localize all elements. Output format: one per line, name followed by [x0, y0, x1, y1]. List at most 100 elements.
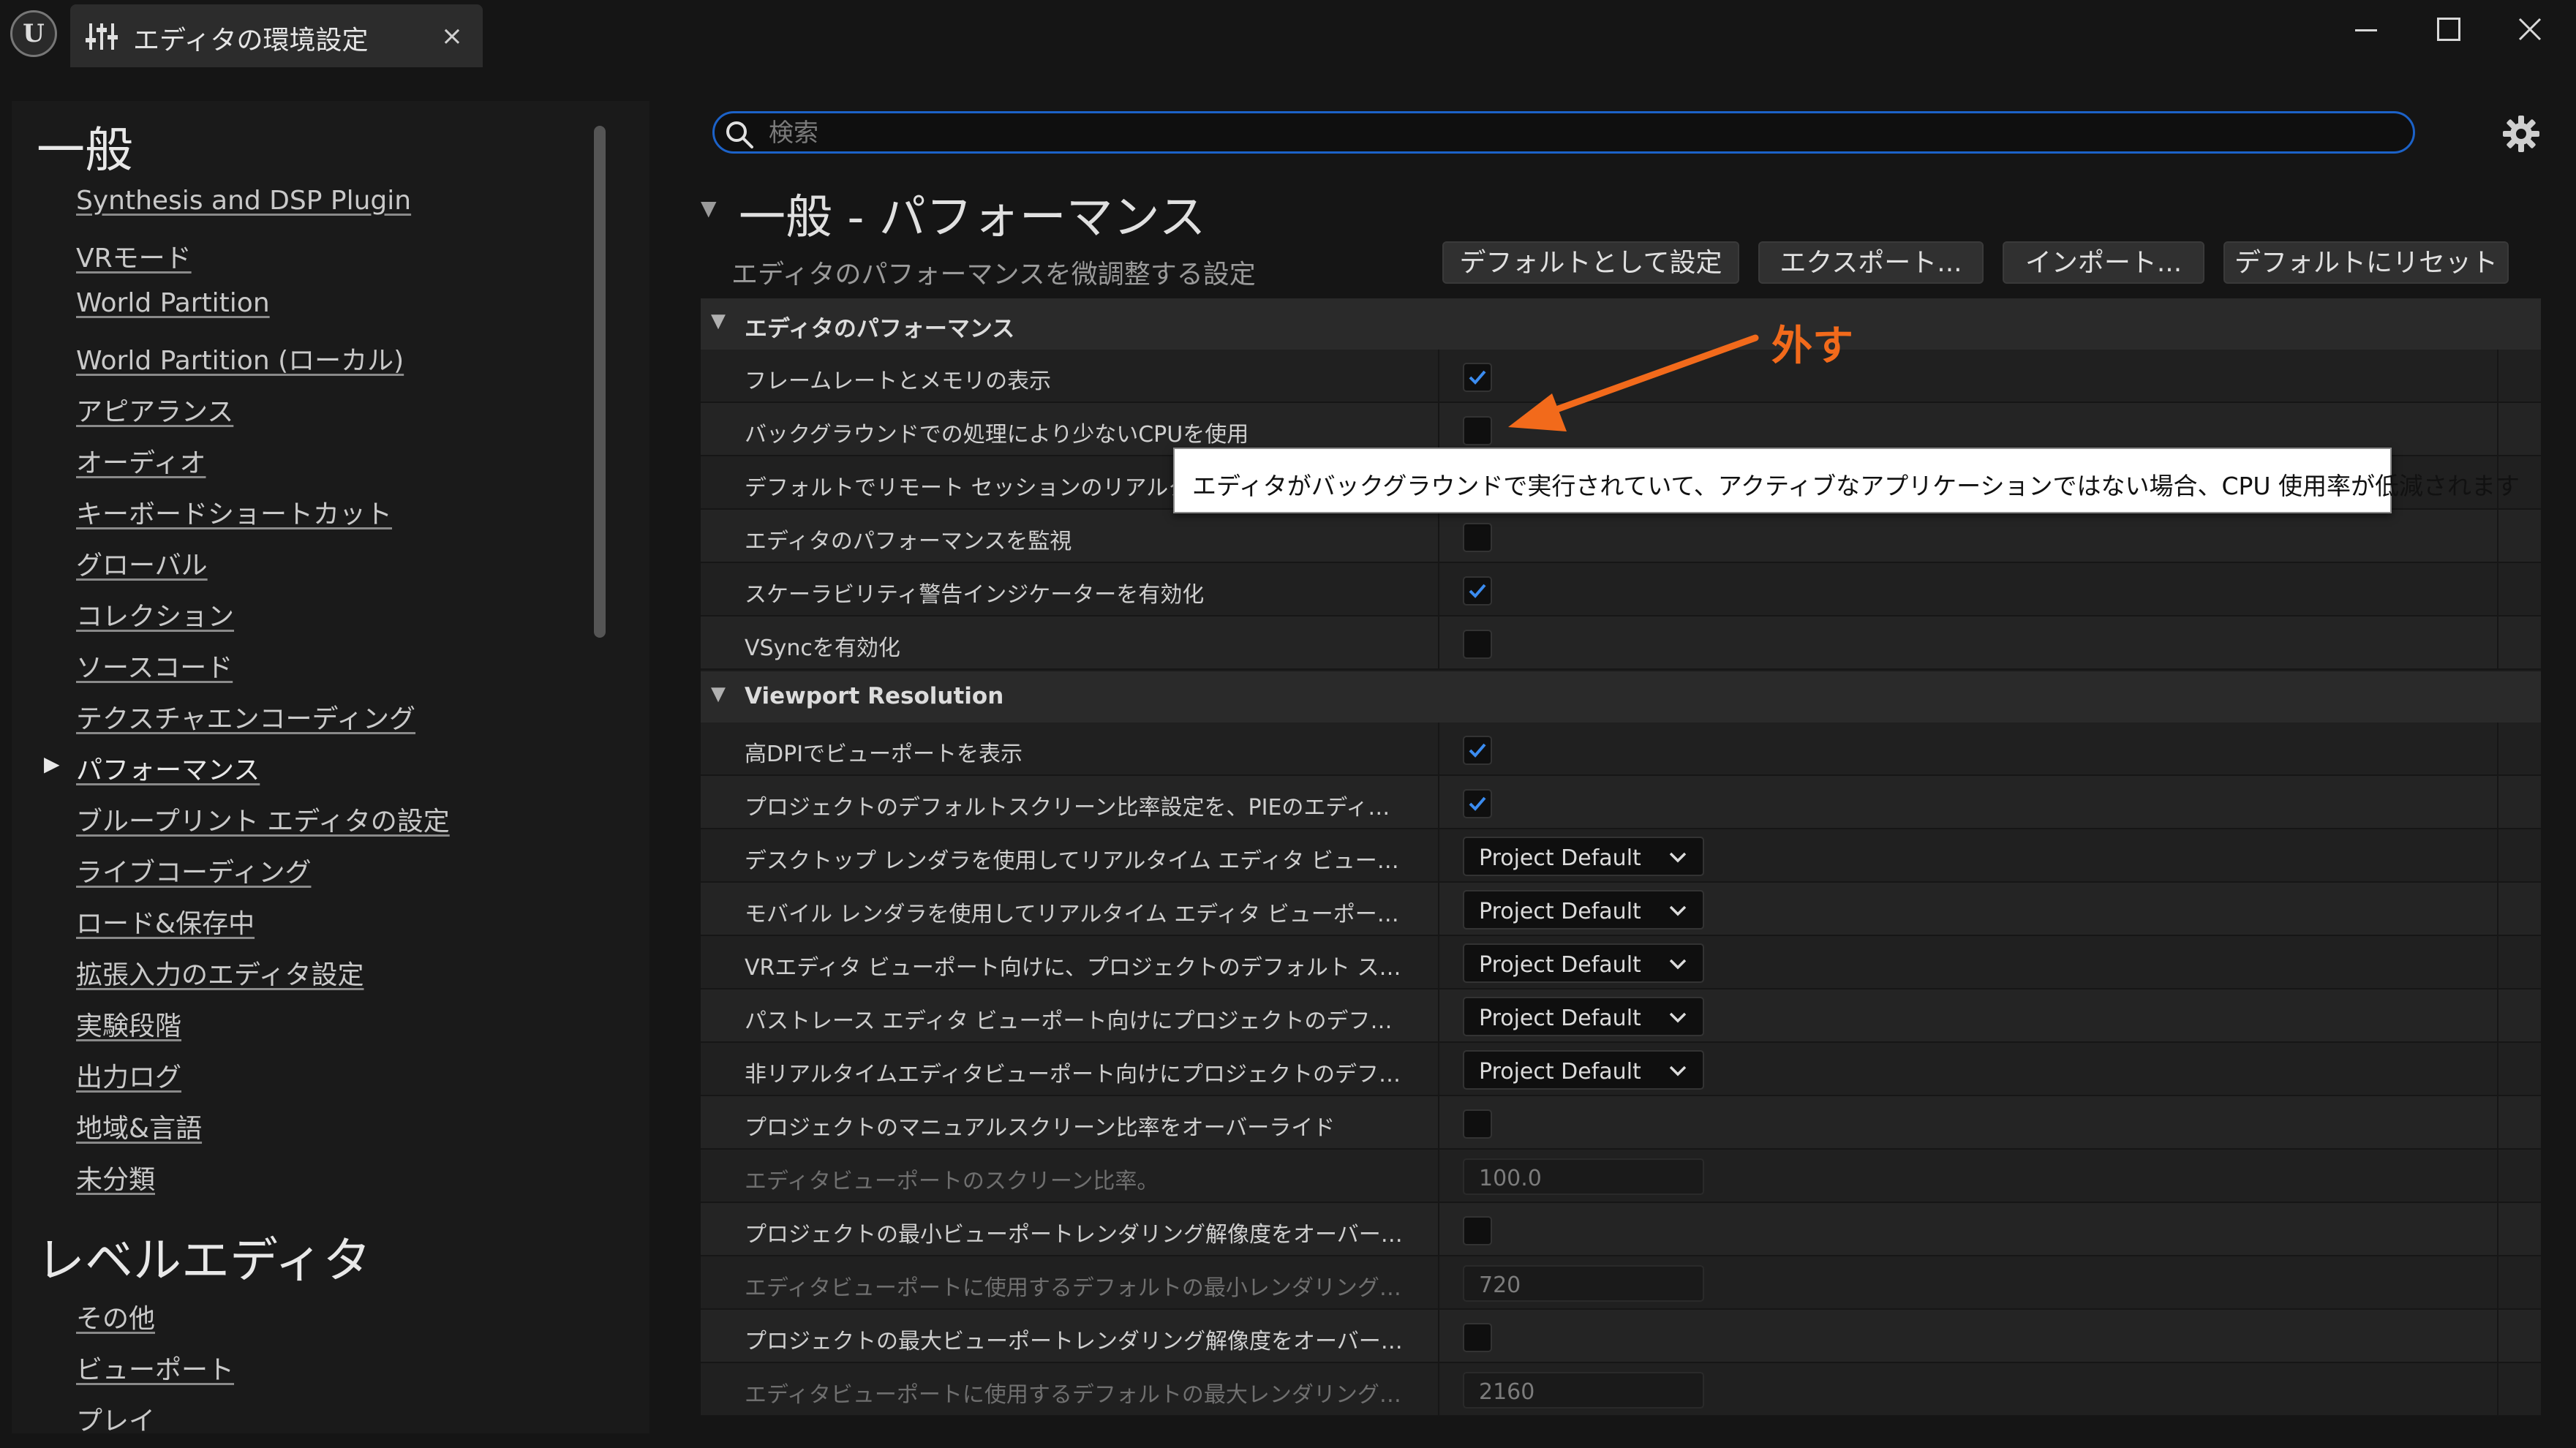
unreal-logo-icon[interactable]: U: [10, 10, 57, 57]
sidebar-item-texture-encoding[interactable]: テクスチャエンコーディング: [76, 698, 415, 736]
sidebar-item-output-log[interactable]: 出力ログ: [76, 1056, 181, 1094]
sidebar-item-world-partition-local[interactable]: World Partition (ローカル): [76, 339, 404, 377]
column-divider: [1438, 510, 1439, 562]
column-divider: [1438, 1043, 1439, 1095]
search-input[interactable]: [767, 116, 2379, 150]
sidebar-item-viewport[interactable]: ビューポート: [76, 1349, 234, 1387]
category-heading-general: 一般: [37, 122, 133, 178]
less-cpu-background-checkbox[interactable]: [1463, 416, 1492, 445]
column-divider: [1438, 1310, 1439, 1362]
tab-title: エディタの環境設定: [133, 26, 369, 56]
reset-to-defaults-button[interactable]: デフォルトにリセット: [2223, 241, 2509, 284]
group-label: エディタのパフォーマンス: [745, 316, 1015, 342]
maximize-button[interactable]: [2415, 7, 2481, 51]
sidebar-item-misc[interactable]: その他: [76, 1297, 155, 1335]
sidebar-item-synthesis-dsp[interactable]: Synthesis and DSP Plugin: [76, 186, 411, 216]
search-icon: [726, 121, 753, 148]
sidebar-item-vr-mode[interactable]: VRモード: [76, 237, 192, 275]
setting-row-scalability-warning: スケーラビリティ警告インジケーターを有効化: [701, 563, 2541, 616]
tab-editor-preferences[interactable]: エディタの環境設定 ×: [70, 4, 483, 67]
sidebar-item-audio[interactable]: オーディオ: [76, 442, 206, 480]
setting-label: 高DPIでビューポートを表示: [745, 742, 1023, 767]
column-divider: [1438, 616, 1439, 668]
gear-icon[interactable]: [2501, 114, 2541, 154]
non-realtime-dropdown[interactable]: Project Default: [1463, 1050, 1704, 1090]
dropdown-value: Project Default: [1479, 952, 1641, 978]
column-divider: [2497, 1150, 2498, 1202]
setting-label: バックグラウンドでの処理により少ないCPUを使用: [745, 422, 1249, 448]
setting-label: 非リアルタイムエディタビューポート向けにプロジェクトのデフォルトスクリーン比率設…: [745, 1062, 1403, 1087]
title-bar: U エディタの環境設定 ×: [0, 0, 2576, 70]
sidebar-item-blueprint-editor[interactable]: ブループリント エディタの設定: [76, 800, 450, 838]
sidebar-item-region-language[interactable]: 地域&言語: [76, 1107, 202, 1145]
sidebar-item-play[interactable]: プレイ: [76, 1400, 155, 1433]
sidebar-item-appearance[interactable]: アピアランス: [76, 391, 233, 429]
maximize-icon: [2437, 18, 2460, 41]
setting-row-min-resolution: エディタビューポートに使用するデフォルトの最小レンダリング解像度。 720: [701, 1256, 2541, 1310]
annotation-label: 外す: [1771, 323, 1853, 370]
setting-label: エディタビューポートに使用するデフォルトの最小レンダリング解像度。: [745, 1275, 1403, 1301]
mobile-renderer-dropdown[interactable]: Project Default: [1463, 890, 1704, 929]
set-as-default-button[interactable]: デフォルトとして設定: [1442, 241, 1739, 284]
column-divider: [2497, 403, 2498, 455]
override-max-resolution-checkbox[interactable]: [1463, 1323, 1492, 1352]
setting-label: エディタビューポートに使用するデフォルトの最大レンダリング解像度。: [745, 1382, 1403, 1408]
show-framerate-checkbox[interactable]: [1463, 363, 1492, 392]
column-divider: [2497, 1096, 2498, 1148]
sidebar-item-uncategorized[interactable]: 未分類: [76, 1158, 155, 1196]
collapse-section-icon[interactable]: ▼: [701, 196, 717, 220]
chevron-down-icon: [1669, 1012, 1687, 1023]
column-divider: [2497, 1043, 2498, 1095]
sidebar-item-source-code[interactable]: ソースコード: [76, 646, 233, 685]
import-button[interactable]: インポート...: [2003, 241, 2204, 284]
column-divider: [2497, 776, 2498, 828]
group-header-viewport-resolution[interactable]: ▼ Viewport Resolution: [701, 671, 2541, 723]
override-manual-percentage-checkbox[interactable]: [1463, 1109, 1492, 1139]
chevron-down-icon: [1669, 1066, 1687, 1076]
sidebar-item-collections[interactable]: コレクション: [76, 595, 234, 633]
pie-screen-percentage-checkbox[interactable]: [1463, 789, 1492, 818]
override-min-resolution-checkbox[interactable]: [1463, 1216, 1492, 1245]
column-divider: [1438, 989, 1439, 1041]
monitor-performance-checkbox[interactable]: [1463, 523, 1492, 552]
export-button[interactable]: エクスポート...: [1758, 241, 1984, 284]
setting-label: エディタのパフォーマンスを監視: [745, 529, 1072, 554]
setting-label: プロジェクトのデフォルトスクリーン比率設定を、PIEのエディタビューポートに使用: [745, 795, 1403, 821]
vsync-checkbox[interactable]: [1463, 630, 1492, 659]
close-window-button[interactable]: [2497, 7, 2563, 51]
sidebar-item-performance[interactable]: パフォーマンス: [76, 749, 260, 787]
chevron-down-icon: [1669, 959, 1687, 970]
column-divider: [1438, 563, 1439, 615]
setting-row-override-manual-percentage: プロジェクトのマニュアルスクリーン比率をオーバーライド: [701, 1096, 2541, 1150]
setting-label: VRエディタ ビューポート向けに、プロジェクトのデフォルト スクリーン比率設定: [745, 955, 1403, 981]
setting-row-override-min-resolution: プロジェクトの最小ビューポートレンダリング解像度をオーバーライド: [701, 1203, 2541, 1256]
sidebar-item-experimental[interactable]: 実験段階: [76, 1005, 181, 1043]
sidebar-item-loading-saving[interactable]: ロード&保存中: [76, 902, 255, 940]
setting-row-override-max-resolution: プロジェクトの最大ビューポートレンダリング解像度をオーバーライド: [701, 1310, 2541, 1363]
desktop-renderer-dropdown[interactable]: Project Default: [1463, 837, 1704, 876]
dropdown-value: Project Default: [1479, 1006, 1641, 1031]
search-box[interactable]: [712, 111, 2415, 154]
sidebar-item-global[interactable]: グローバル: [76, 544, 208, 582]
screen-percentage-field: 100.0: [1463, 1158, 1704, 1195]
page-subtitle: エディタのパフォーマンスを微調整する設定: [731, 260, 1256, 290]
checkmark-icon: [1469, 796, 1486, 811]
high-dpi-checkbox[interactable]: [1463, 736, 1492, 765]
sidebar-item-live-coding[interactable]: ライブコーディング: [76, 851, 311, 889]
close-tab-icon[interactable]: ×: [436, 20, 468, 53]
sidebar-item-keyboard-shortcuts[interactable]: キーボードショートカット: [76, 493, 392, 531]
setting-row-pie-screen-percentage: プロジェクトのデフォルトスクリーン比率設定を、PIEのエディタビューポートに使用: [701, 776, 2541, 829]
column-divider: [2497, 883, 2498, 935]
setting-row-high-dpi: 高DPIでビューポートを表示: [701, 723, 2541, 776]
path-tracer-dropdown[interactable]: Project Default: [1463, 997, 1704, 1036]
collapse-group-icon: ▼: [711, 683, 726, 705]
column-divider: [2497, 350, 2498, 401]
minimize-button[interactable]: [2333, 7, 2399, 51]
sidebar-scrollbar-thumb[interactable]: [594, 126, 606, 638]
close-icon: [2518, 18, 2542, 41]
vr-editor-dropdown[interactable]: Project Default: [1463, 943, 1704, 983]
sidebar-item-world-partition[interactable]: World Partition: [76, 288, 270, 318]
column-divider: [2497, 1203, 2498, 1255]
scalability-warning-checkbox[interactable]: [1463, 576, 1492, 606]
sidebar-item-enhanced-input[interactable]: 拡張入力のエディタ設定: [76, 954, 364, 992]
